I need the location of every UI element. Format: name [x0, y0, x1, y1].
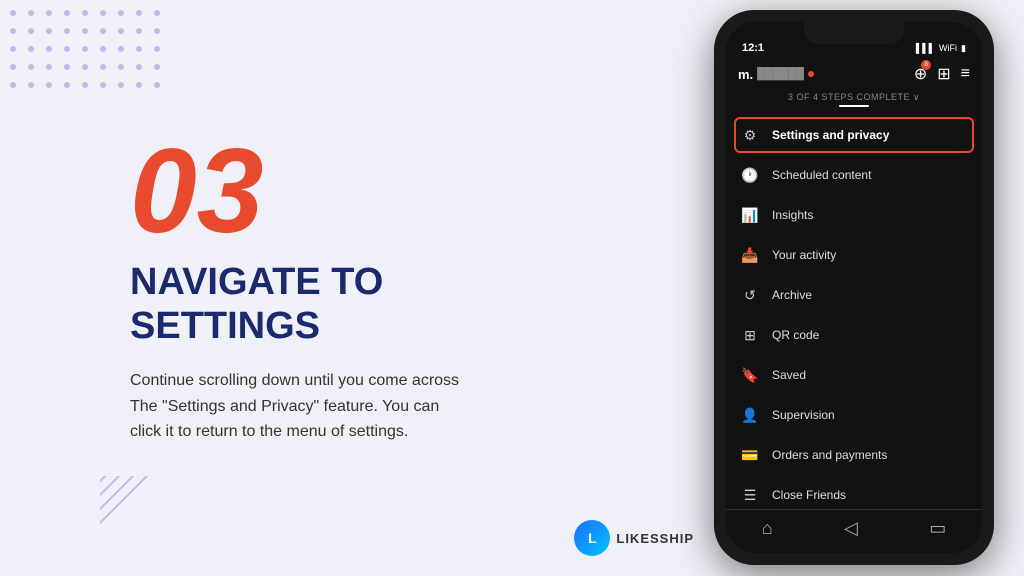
bottom-back-icon[interactable]: ◁: [844, 518, 858, 539]
likesship-logo: L LIKESSHIP: [574, 520, 694, 556]
username-area: m. ██████: [738, 67, 814, 82]
menu-item-activity[interactable]: 📥 Your activity: [726, 235, 982, 275]
menu-item-supervision[interactable]: 👤 Supervision: [726, 395, 982, 435]
supervision-icon: 👤: [740, 405, 760, 425]
status-time: 12:1: [742, 42, 764, 54]
steps-progress-line: [839, 105, 869, 107]
logo-icon: L: [574, 520, 610, 556]
bottom-home-icon[interactable]: ⌂: [762, 518, 773, 539]
menu-label-activity: Your activity: [772, 248, 836, 262]
username-dot: [808, 71, 814, 77]
phone-screen: 12:1 ▌▌▌ WiFi ▮ m. ██████ ⊕ 8: [726, 22, 982, 553]
close-friends-icon: ☰: [740, 485, 760, 505]
menu-label-supervision: Supervision: [772, 408, 835, 422]
settings-icon: ⚙: [740, 125, 760, 145]
logo-text: LIKESSHIP: [616, 531, 694, 546]
menu-label-close-friends: Close Friends: [772, 488, 846, 502]
menu-item-scheduled[interactable]: 🕐 Scheduled content: [726, 155, 982, 195]
menu-item-close-friends[interactable]: ☰ Close Friends: [726, 475, 982, 509]
wifi-icon: WiFi: [939, 43, 957, 53]
menu-icon[interactable]: ≡: [961, 65, 970, 83]
notifications-icon[interactable]: ⊕ 8: [914, 64, 927, 84]
battery-icon: ▮: [961, 43, 966, 54]
phone-frame: 12:1 ▌▌▌ WiFi ▮ m. ██████ ⊕ 8: [714, 10, 994, 565]
menu-label-settings: Settings and privacy: [772, 128, 889, 142]
phone-notch: [804, 22, 904, 44]
add-icon[interactable]: ⊞: [937, 64, 950, 84]
activity-icon: 📥: [740, 245, 760, 265]
archive-icon: ↺: [740, 285, 760, 305]
username-blurred: ██████: [757, 68, 804, 80]
menu-item-archive[interactable]: ↺ Archive: [726, 275, 982, 315]
topbar-icons: ⊕ 8 ⊞ ≡: [914, 64, 970, 84]
menu-item-settings[interactable]: ⚙ Settings and privacy: [726, 115, 982, 155]
orders-icon: 💳: [740, 445, 760, 465]
steps-bar: 3 OF 4 STEPS COMPLETE ∨: [726, 90, 982, 111]
app-topbar: m. ██████ ⊕ 8 ⊞ ≡: [726, 58, 982, 90]
left-content-area: 03 NAVIGATE TO SETTINGS Continue scrolli…: [0, 0, 590, 576]
signal-icon: ▌▌▌: [916, 43, 935, 53]
insights-icon: 📊: [740, 205, 760, 225]
bottom-nav: ⌂ ◁ ▭: [726, 509, 982, 553]
notification-badge: 8: [921, 60, 931, 70]
menu-label-orders: Orders and payments: [772, 448, 887, 462]
qr-icon: ⊞: [740, 325, 760, 345]
menu-label-saved: Saved: [772, 368, 806, 382]
step-title: NAVIGATE TO SETTINGS: [130, 261, 590, 348]
menu-label-archive: Archive: [772, 288, 812, 302]
menu-item-insights[interactable]: 📊 Insights: [726, 195, 982, 235]
menu-item-qr[interactable]: ⊞ QR code: [726, 315, 982, 355]
menu-item-orders[interactable]: 💳 Orders and payments: [726, 435, 982, 475]
menu-item-saved[interactable]: 🔖 Saved: [726, 355, 982, 395]
phone-mockup: 12:1 ▌▌▌ WiFi ▮ m. ██████ ⊕ 8: [714, 10, 994, 565]
menu-list: ⚙ Settings and privacy 🕐 Scheduled conte…: [726, 111, 982, 509]
bottom-square-icon[interactable]: ▭: [929, 518, 946, 539]
menu-label-qr: QR code: [772, 328, 819, 342]
saved-icon: 🔖: [740, 365, 760, 385]
scheduled-icon: 🕐: [740, 165, 760, 185]
menu-label-scheduled: Scheduled content: [772, 168, 871, 182]
step-description: Continue scrolling down until you come a…: [130, 368, 470, 445]
step-number: 03: [130, 131, 590, 251]
username-text: m.: [738, 67, 753, 82]
steps-text: 3 OF 4 STEPS COMPLETE ∨: [726, 92, 982, 103]
status-icons: ▌▌▌ WiFi ▮: [916, 43, 966, 54]
menu-label-insights: Insights: [772, 208, 813, 222]
